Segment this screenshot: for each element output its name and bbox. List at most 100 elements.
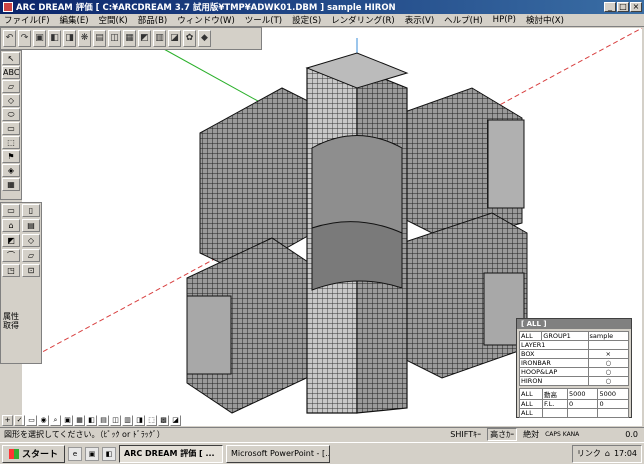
- app-icon[interactable]: [3, 2, 13, 12]
- select-arrow-icon[interactable]: ↖: [2, 52, 20, 65]
- network-icon[interactable]: ⌂: [605, 449, 610, 458]
- render-icon[interactable]: ✿: [183, 30, 196, 47]
- view-fill-icon[interactable]: ▩: [158, 415, 169, 426]
- layer-header-sample[interactable]: sample: [587, 331, 630, 341]
- cube-icon[interactable]: ◩: [2, 234, 20, 247]
- target-icon[interactable]: ◉: [38, 415, 49, 426]
- fl-value-2[interactable]: 0: [597, 399, 629, 409]
- menu-parts[interactable]: 部品(B): [138, 14, 167, 26]
- undo-icon[interactable]: ↶: [3, 30, 16, 47]
- window-title: ARC DREAM 評価 [ C:¥ARCDREAM 3.7 試用版¥TMP¥A…: [16, 3, 396, 13]
- attribute-get-button[interactable]: 属性 取得: [1, 310, 21, 330]
- folder-icon[interactable]: ◧: [102, 446, 117, 461]
- window-part-icon[interactable]: ◳: [2, 264, 20, 277]
- view-outline-icon[interactable]: ⬚: [146, 415, 157, 426]
- menu-help[interactable]: ヘルプ(H): [444, 14, 483, 26]
- material-icon[interactable]: ◆: [198, 30, 211, 47]
- layer-mark[interactable]: ○: [587, 367, 630, 377]
- right-view-icon[interactable]: ◨: [63, 30, 76, 47]
- start-button[interactable]: スタート: [2, 444, 66, 463]
- side-view-icon[interactable]: ◩: [138, 30, 151, 47]
- layer-icon[interactable]: ▥: [153, 30, 166, 47]
- wall-icon[interactable]: ▤: [93, 30, 106, 47]
- maximize-button[interactable]: □: [617, 2, 629, 12]
- table-row[interactable]: IRONBAR ○: [519, 358, 630, 368]
- roof-icon[interactable]: ⌂: [2, 219, 20, 232]
- table-row[interactable]: HOOP&LAP ○: [519, 367, 630, 377]
- extra-all[interactable]: ALL: [519, 408, 543, 418]
- layer-header-all[interactable]: ALL: [518, 331, 543, 341]
- arc-icon[interactable]: ⌒: [2, 249, 20, 262]
- layer-mark[interactable]: [587, 340, 630, 350]
- light-icon[interactable]: ❋: [78, 30, 91, 47]
- diamond-tool-icon[interactable]: ◇: [2, 94, 20, 107]
- front-view-icon[interactable]: ◫: [108, 30, 121, 47]
- height-key-button[interactable]: 高さｶｰ: [487, 428, 518, 441]
- menu-review[interactable]: 検討中(X): [526, 14, 564, 26]
- view-left-icon[interactable]: ◧: [86, 415, 97, 426]
- extra-value-2[interactable]: [597, 408, 629, 418]
- menu-hp[interactable]: HP(P): [493, 15, 516, 25]
- desktop-icon[interactable]: ▣: [85, 446, 100, 461]
- stair-icon[interactable]: ▤: [22, 219, 40, 232]
- iso-view-icon[interactable]: ◪: [168, 30, 181, 47]
- menu-settings[interactable]: 設定(S): [292, 14, 321, 26]
- menu-edit[interactable]: 編集(E): [60, 14, 89, 26]
- grid-icon[interactable]: ▦: [123, 30, 136, 47]
- panel-icon[interactable]: ◇: [22, 234, 40, 247]
- layer-header-group[interactable]: GROUP1: [541, 331, 589, 341]
- menu-window[interactable]: ウィンドウ(W): [177, 14, 235, 26]
- view-iso-icon[interactable]: ◪: [170, 415, 181, 426]
- view-wall-icon[interactable]: ▤: [98, 415, 109, 426]
- frame-icon[interactable]: ▭: [26, 415, 37, 426]
- redo-icon[interactable]: ↷: [18, 30, 31, 47]
- box-tool-icon[interactable]: ⬚: [2, 136, 20, 149]
- check-icon[interactable]: ✓: [14, 415, 25, 426]
- absolute-toggle[interactable]: 絶対: [523, 429, 539, 440]
- left-view-icon[interactable]: ◧: [48, 30, 61, 47]
- text-tool-icon[interactable]: ABC: [2, 66, 20, 79]
- solid-tool-icon[interactable]: ◈: [2, 164, 20, 177]
- table-row[interactable]: LAYER1: [519, 340, 630, 350]
- height-all[interactable]: ALL: [519, 388, 543, 400]
- plus-icon[interactable]: +: [2, 415, 13, 426]
- extra-value-1[interactable]: [566, 408, 599, 418]
- fl-all[interactable]: ALL: [519, 399, 543, 409]
- ellipse-tool-icon[interactable]: ⬭: [2, 108, 20, 121]
- height-value-1[interactable]: 5000: [566, 388, 599, 400]
- door-part-icon[interactable]: ⊡: [22, 264, 40, 277]
- zoom-icon[interactable]: ⌕: [50, 415, 61, 426]
- task-arcdream[interactable]: ARC DREAM 評価 [ ...: [119, 444, 224, 463]
- close-button[interactable]: ×: [630, 2, 642, 12]
- floor-icon[interactable]: ▱: [22, 249, 40, 262]
- column-icon[interactable]: ▯: [22, 204, 40, 217]
- view-layer-icon[interactable]: ▥: [122, 415, 133, 426]
- view-front-icon[interactable]: ◫: [110, 415, 121, 426]
- fl-value-1[interactable]: 0: [566, 399, 599, 409]
- table-row[interactable]: HIRON ○: [519, 376, 630, 386]
- menu-tools[interactable]: ツール(T): [245, 14, 282, 26]
- status-bar: 図形を選択してください。（ﾋﾟｯｸ or ﾄﾞﾗｯｸﾞ） SHIFTｷｰ 高さｶ…: [0, 427, 644, 441]
- layer-mark[interactable]: ×: [587, 349, 630, 359]
- view-right-icon[interactable]: ◨: [134, 415, 145, 426]
- menu-view[interactable]: 表示(V): [405, 14, 434, 26]
- height-value-2[interactable]: 5000: [597, 388, 629, 400]
- menu-rendering[interactable]: レンダリング(R): [331, 14, 395, 26]
- plane-tool-icon[interactable]: ▱: [2, 80, 20, 93]
- slab-icon[interactable]: ▭: [2, 204, 20, 217]
- layer-mark[interactable]: ○: [587, 376, 630, 386]
- mesh-tool-icon[interactable]: ▦: [2, 178, 20, 191]
- ie-icon[interactable]: e: [68, 446, 83, 461]
- flag-tool-icon[interactable]: ⚑: [2, 150, 20, 163]
- table-row[interactable]: BOX ×: [519, 349, 630, 359]
- box-view-icon[interactable]: ▣: [33, 30, 46, 47]
- menu-file[interactable]: ファイル(F): [4, 14, 50, 26]
- menu-space[interactable]: 空間(K): [99, 14, 128, 26]
- rect-tool-icon[interactable]: ▭: [2, 122, 20, 135]
- minimize-button[interactable]: _: [604, 2, 616, 12]
- tray-link[interactable]: リンク: [577, 448, 601, 459]
- task-powerpoint[interactable]: Microsoft PowerPoint - [...: [226, 444, 331, 463]
- view-box-icon[interactable]: ▣: [62, 415, 73, 426]
- layer-mark[interactable]: ○: [587, 358, 630, 368]
- view-grid-icon[interactable]: ▦: [74, 415, 85, 426]
